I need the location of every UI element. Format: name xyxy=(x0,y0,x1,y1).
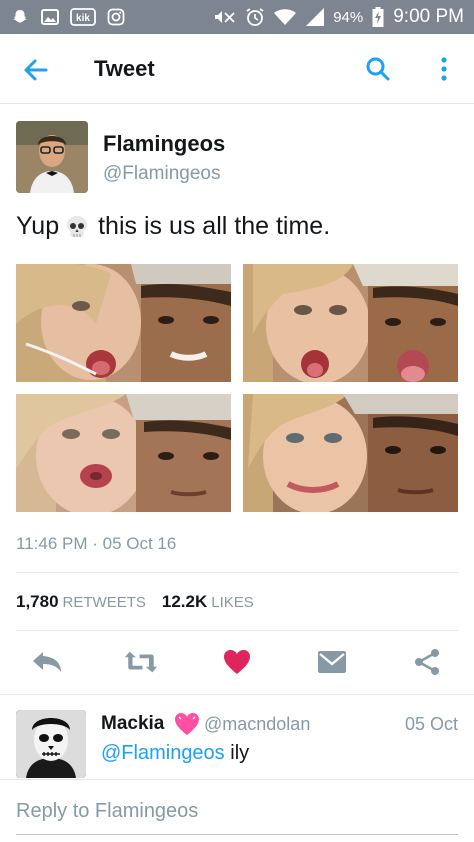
divider xyxy=(16,572,458,573)
reply-text: @Flamingeos ily xyxy=(101,742,249,765)
tweet-text-rest: this is us all the time. xyxy=(98,212,331,240)
signal-icon xyxy=(305,7,325,27)
likes-label[interactable]: LIKES xyxy=(211,594,254,611)
divider xyxy=(16,630,458,631)
tweet-timestamp: 11:46 PM · 05 Oct 16 xyxy=(16,534,177,553)
status-bar: kik 94% 9:00 PM xyxy=(0,0,474,34)
tweet-photo-4[interactable] xyxy=(243,394,458,512)
instagram-icon xyxy=(106,7,126,27)
wifi-icon xyxy=(273,7,297,27)
reply-mention-link[interactable]: @Flamingeos xyxy=(101,742,225,764)
pink-heart-icon xyxy=(174,712,200,736)
share-icon xyxy=(415,649,439,675)
retweet-button[interactable] xyxy=(124,646,158,678)
reply-date: 05 Oct xyxy=(404,714,458,734)
reply-author-name[interactable]: Mackia xyxy=(101,713,164,735)
tweet-photo-3[interactable] xyxy=(16,394,231,512)
page-title: Tweet xyxy=(94,56,155,81)
tweet-photo-2[interactable] xyxy=(243,264,458,382)
more-icon xyxy=(441,57,447,81)
clock: 9:00 PM xyxy=(393,6,464,27)
share-button[interactable] xyxy=(410,646,444,678)
kik-label: kik xyxy=(76,13,90,24)
author-handle[interactable]: @Flamingeos xyxy=(103,163,221,185)
back-arrow-icon xyxy=(24,59,48,81)
author-avatar[interactable] xyxy=(16,121,88,193)
dm-icon xyxy=(318,651,346,673)
retweet-icon xyxy=(124,651,158,673)
tweet-stats: 1,780 RETWEETS 12.2K LIKES xyxy=(16,592,270,612)
tweet-text-start: Yup xyxy=(16,212,60,240)
skull-icon xyxy=(65,215,89,239)
like-button[interactable] xyxy=(220,646,254,678)
divider xyxy=(0,694,474,695)
reply-icon xyxy=(33,652,61,672)
kik-icon: kik xyxy=(70,7,96,27)
mute-icon xyxy=(213,7,237,27)
image-icon xyxy=(40,7,60,27)
tweet-text: Yup this is us all the time. xyxy=(16,212,330,241)
author-name[interactable]: Flamingeos xyxy=(103,131,225,157)
snapchat-icon xyxy=(10,7,30,27)
retweets-count[interactable]: 1,780 xyxy=(16,592,59,612)
search-icon xyxy=(366,57,390,81)
reply-avatar[interactable] xyxy=(16,710,86,778)
battery-percent: 94% xyxy=(333,8,364,26)
reply-author-handle[interactable]: @macndolan xyxy=(204,714,310,735)
divider xyxy=(0,779,474,780)
more-options-button[interactable] xyxy=(432,55,456,83)
direct-message-button[interactable] xyxy=(315,646,349,678)
app-bar: Tweet xyxy=(0,34,474,104)
tweet-photo-1[interactable] xyxy=(16,264,231,382)
reply-button[interactable] xyxy=(30,646,64,678)
battery-icon xyxy=(371,7,385,27)
compose-underline xyxy=(16,834,458,835)
alarm-icon xyxy=(245,7,265,27)
likes-count[interactable]: 12.2K xyxy=(162,592,207,612)
reply-body: ily xyxy=(224,742,250,764)
heart-icon xyxy=(224,650,250,674)
retweets-label[interactable]: RETWEETS xyxy=(63,594,146,611)
reply-compose-input[interactable]: Reply to Flamingeos xyxy=(16,800,198,823)
search-button[interactable] xyxy=(364,55,392,83)
back-button[interactable] xyxy=(22,56,50,84)
